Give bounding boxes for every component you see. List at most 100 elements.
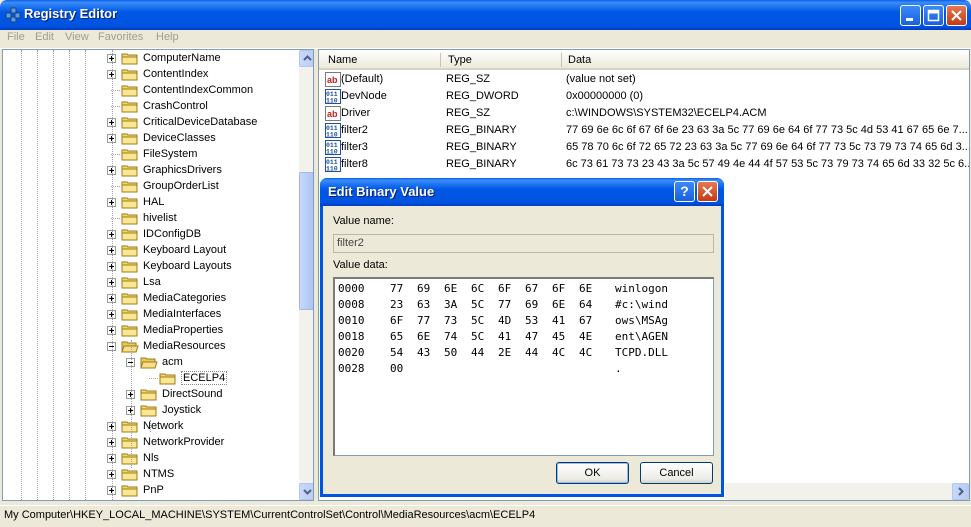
tree-item[interactable]: Nls	[3, 451, 298, 467]
tree-item[interactable]: FileSystem	[3, 147, 298, 163]
hex-byte: 6E	[417, 330, 431, 343]
tree-item-label: ECELP4	[181, 371, 228, 385]
tree-item[interactable]: ECELP4	[3, 371, 298, 387]
list-header: Name Type Data	[319, 50, 969, 70]
tree-item[interactable]: MediaResources	[3, 339, 298, 355]
hex-byte: 54	[390, 346, 404, 359]
scroll-down-button[interactable]	[299, 483, 313, 500]
column-divider[interactable]	[561, 53, 562, 67]
cancel-button[interactable]: Cancel	[640, 462, 713, 484]
hex-byte: 74	[444, 330, 458, 343]
folder-icon	[121, 421, 138, 433]
hex-row: 0028 00.	[338, 362, 708, 378]
tree-item[interactable]: NetworkProvider	[3, 435, 298, 451]
tree-connector	[131, 340, 132, 468]
folder-icon	[121, 53, 138, 65]
scroll-right-button[interactable]	[952, 483, 969, 500]
tree-item[interactable]: Keyboard Layouts	[3, 259, 298, 275]
tree-item-label: ComputerName	[143, 52, 221, 64]
tree-item[interactable]: MediaCategories	[3, 291, 298, 307]
tree-item-label: FileSystem	[143, 148, 198, 160]
status-bar: My Computer\HKEY_LOCAL_MACHINE\SYSTEM\Cu…	[0, 505, 971, 527]
tree-item[interactable]: GraphicsDrivers	[3, 163, 298, 179]
tree-item-label: GroupOrderList	[143, 180, 219, 192]
tree-item-label: Joystick	[162, 404, 202, 416]
ok-button[interactable]: OK	[556, 462, 629, 484]
tree-item-label: CriticalDeviceDatabase	[143, 116, 258, 128]
hex-byte: 77	[498, 298, 512, 311]
tree-item[interactable]: Joystick	[3, 403, 298, 419]
tree-item[interactable]: DeviceClasses	[3, 131, 298, 147]
binary-value-icon: 011110	[325, 123, 341, 138]
hex-ascii: ows\MSAg	[615, 314, 668, 327]
binary-value-icon: 011110	[325, 89, 341, 104]
registry-tree[interactable]: ComputerName ContentIndex ContentIndexComm…	[2, 49, 314, 501]
tree-item-label: Keyboard Layouts	[143, 260, 232, 272]
menu-help[interactable]: Help	[156, 31, 179, 43]
folder-icon	[121, 453, 138, 465]
hex-byte: 4C	[579, 346, 593, 359]
chevron-up-icon	[303, 55, 312, 61]
tree-connector	[69, 50, 70, 500]
tree-vertical-scrollbar[interactable]	[299, 50, 313, 500]
tree-item-label: PnP	[143, 484, 164, 496]
list-item[interactable]: ab Driver REG_SZ c:\WINDOWS\SYSTEM32\ECELP4…	[319, 105, 969, 122]
list-item[interactable]: 011 110 DevNode REG_DWORD 0x00000000 (0)	[319, 88, 969, 105]
tree-item[interactable]: Keyboard Layout	[3, 243, 298, 259]
tree-item[interactable]: NTMS	[3, 467, 298, 483]
tree-item[interactable]: CrashControl	[3, 99, 298, 115]
hex-byte: 41	[552, 314, 566, 327]
tree-item[interactable]: CriticalDeviceDatabase	[3, 115, 298, 131]
hex-byte: 50	[444, 346, 458, 359]
scroll-thumb[interactable]	[299, 172, 313, 310]
tree-item[interactable]: Lsa	[3, 275, 298, 291]
tree-item[interactable]: MediaInterfaces	[3, 307, 298, 323]
list-item[interactable]: 011 110 filter8 REG_BINARY 6c 73 61 73 73 23…	[319, 156, 969, 173]
tree-item-label: NetworkProvider	[143, 436, 225, 448]
tree-item[interactable]: IDConfigDB	[3, 227, 298, 243]
maximize-button[interactable]	[923, 5, 944, 26]
tree-item[interactable]: MediaProperties	[3, 323, 298, 339]
folder-icon	[121, 325, 138, 337]
tree-item[interactable]: HAL	[3, 195, 298, 211]
hex-byte: 47	[525, 330, 539, 343]
hex-byte: 4D	[498, 314, 512, 327]
column-data-header[interactable]: Data	[568, 54, 591, 66]
menu-edit[interactable]: Edit	[35, 31, 54, 43]
hex-offset: 0000	[338, 282, 365, 295]
list-item[interactable]: ab (Default) REG_SZ (value not set)	[319, 71, 969, 88]
list-horizontal-scrollbar[interactable]	[725, 483, 969, 500]
menu-file[interactable]: File	[7, 31, 25, 43]
column-name-header[interactable]: Name	[328, 54, 357, 66]
close-icon	[951, 10, 962, 21]
tree-item[interactable]: PnP	[3, 483, 298, 499]
list-item[interactable]: 011 110 filter2 REG_BINARY 77 69 6e 6c 6f 67…	[319, 122, 969, 139]
help-button[interactable]: ?	[674, 181, 695, 202]
tree-item-label: HAL	[143, 196, 165, 208]
chevron-right-icon	[958, 487, 964, 496]
tree-item[interactable]: hivelist	[3, 211, 298, 227]
dialog-close-button[interactable]	[697, 181, 718, 202]
dialog-title: Edit Binary Value	[328, 184, 435, 199]
tree-item[interactable]: acm	[3, 355, 298, 371]
hex-row: 0010 6F 77 73 5C 4D 53 41 67 ows\MSAg	[338, 314, 708, 330]
tree-item[interactable]: ContentIndexCommon	[3, 83, 298, 99]
tree-item[interactable]: ComputerName	[3, 51, 298, 67]
list-item[interactable]: 011 110 filter3 REG_BINARY 65 78 70 6c 6f 72…	[319, 139, 969, 156]
folder-icon	[121, 197, 138, 209]
minimize-button[interactable]	[900, 5, 921, 26]
menu-view[interactable]: View	[65, 31, 89, 43]
tree-item[interactable]: GroupOrderList	[3, 179, 298, 195]
tree-item[interactable]: ContentIndex	[3, 67, 298, 83]
column-divider[interactable]	[440, 53, 441, 67]
hex-byte: 2E	[498, 346, 512, 359]
tree-item-label: GraphicsDrivers	[143, 164, 222, 176]
scroll-up-button[interactable]	[299, 50, 313, 67]
value-data-hex-editor[interactable]: 0000 77 69 6E 6C 6F 67 6F 6E winlogon 0008 23 63 3A 5C…	[333, 277, 714, 456]
list-cell-data: c:\WINDOWS\SYSTEM32\ECELP4.ACM	[566, 107, 767, 119]
tree-item[interactable]: DirectSound	[3, 387, 298, 403]
tree-item-label: Keyboard Layout	[143, 244, 227, 256]
column-type-header[interactable]: Type	[448, 54, 472, 66]
close-button[interactable]	[946, 5, 967, 26]
menu-favorites[interactable]: Favorites	[98, 31, 143, 43]
